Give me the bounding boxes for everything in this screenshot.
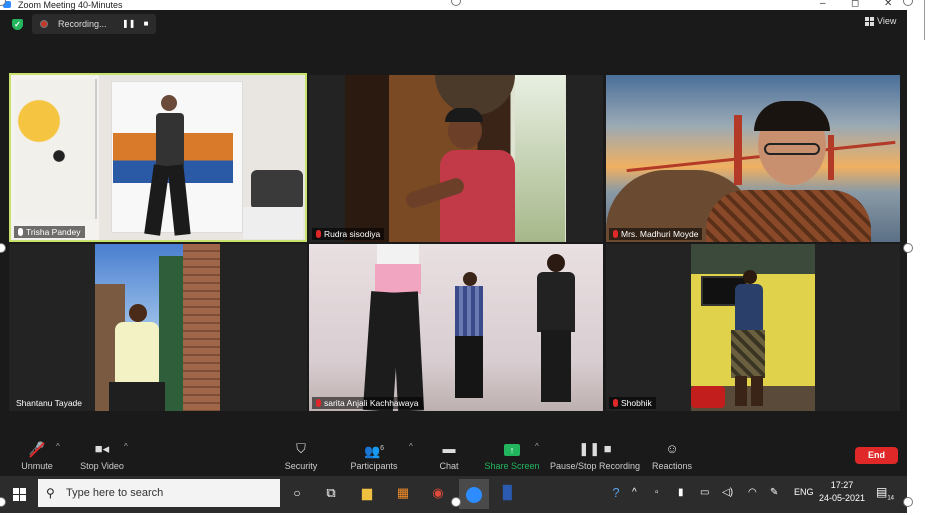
- mic-muted-icon: [613, 230, 618, 238]
- encryption-shield-icon[interactable]: ✓: [12, 19, 23, 30]
- pause-stop-recording-button[interactable]: ❚❚ ■ Pause/Stop Recording: [550, 438, 640, 476]
- close-button[interactable]: ✕: [884, 0, 892, 9]
- security-shield-icon: ⛉: [296, 441, 306, 456]
- taskbar-clock[interactable]: 17:27 24-05-2021: [817, 479, 867, 505]
- video-tile-trisha[interactable]: Trisha Pandey: [9, 73, 307, 242]
- word-icon[interactable]: ▉: [498, 483, 518, 503]
- wifi-icon[interactable]: ◠: [748, 476, 757, 509]
- mic-muted-icon: [316, 399, 321, 407]
- share-screen-icon: ↑: [484, 438, 540, 460]
- clock-time: 17:27: [830, 480, 854, 490]
- video-options-chevron-icon[interactable]: ^: [124, 442, 128, 451]
- grid-view-icon: [865, 17, 874, 27]
- chrome-icon[interactable]: ◉: [428, 483, 448, 503]
- minimize-button[interactable]: –: [820, 0, 826, 9]
- file-explorer-icon[interactable]: ▆: [357, 483, 377, 503]
- windows-start-icon[interactable]: [13, 488, 26, 501]
- video-tile-rudra[interactable]: Rudra sisodiya: [309, 75, 603, 242]
- participants-options-chevron-icon[interactable]: ^: [409, 442, 413, 451]
- participant-name-label: Shantanu Tayade: [16, 398, 83, 408]
- microphone-tray-icon[interactable]: ▮: [678, 476, 684, 509]
- end-meeting-button[interactable]: End: [855, 447, 898, 464]
- volume-icon[interactable]: ◁): [722, 476, 733, 509]
- app-orange-grid-icon[interactable]: ▦: [393, 483, 413, 503]
- view-button[interactable]: View: [865, 16, 897, 27]
- resize-handle[interactable]: [903, 243, 913, 253]
- video-tile-madhuri[interactable]: Mrs. Madhuri Moyde: [606, 75, 900, 242]
- windows-taskbar: ⚲ Type here to search ○ ⧉ ▆ ▦ ◉ ▉ ? ^ ▫ …: [0, 476, 907, 513]
- taskbar-search-box[interactable]: ⚲ Type here to search: [38, 479, 280, 507]
- participant-name-label: sarita Anjali Kachhawaya: [312, 397, 423, 409]
- tray-app-icon[interactable]: ▫: [655, 476, 659, 509]
- search-icon: ⚲: [46, 486, 55, 500]
- view-label: View: [877, 16, 897, 26]
- show-hidden-icons-chevron-icon[interactable]: ^: [632, 476, 637, 509]
- resize-handle[interactable]: [451, 497, 461, 507]
- maximize-button[interactable]: ◻: [851, 0, 859, 9]
- desktop-edge: [907, 0, 933, 513]
- video-tile-sarita[interactable]: sarita Anjali Kachhawaya: [309, 244, 603, 411]
- search-placeholder: Type here to search: [66, 487, 164, 499]
- video-feed: [11, 75, 305, 240]
- recording-dot-icon: [40, 20, 48, 28]
- reactions-smiley-icon: ☺: [665, 441, 679, 456]
- pause-stop-recording-icon: ❚❚ ■: [578, 441, 612, 456]
- chat-button[interactable]: ▬ Chat: [432, 438, 466, 476]
- video-tile-shobhik[interactable]: Shobhik: [606, 244, 900, 411]
- pen-icon[interactable]: ✎: [770, 476, 778, 509]
- share-options-chevron-icon[interactable]: ^: [535, 442, 539, 451]
- cortana-circle-icon[interactable]: ○: [287, 483, 307, 503]
- video-feed: [309, 244, 603, 411]
- task-view-icon[interactable]: ⧉: [321, 483, 341, 503]
- help-icon[interactable]: ?: [606, 483, 626, 503]
- recording-label: Recording...: [58, 19, 107, 29]
- participant-name-label: Shobhik: [609, 397, 656, 409]
- participants-icon: 👥6: [363, 443, 385, 459]
- mic-muted-icon: 🎤: [14, 438, 60, 460]
- recording-indicator: Recording... ❚❚ ■: [32, 14, 156, 34]
- resize-handle[interactable]: [903, 497, 913, 507]
- participant-name-label: Rudra sisodiya: [312, 228, 385, 240]
- participant-name-label: Trisha Pandey: [14, 226, 85, 238]
- zoom-app-icon[interactable]: [459, 479, 489, 509]
- window-title: Zoom Meeting 40-Minutes: [18, 0, 123, 10]
- video-feed: [691, 244, 815, 411]
- language-indicator[interactable]: ENG: [794, 476, 814, 509]
- meeting-controls: 🎤 Unmute ^ ■◂ Stop Video ^ ⛉ Security 👥6…: [0, 438, 907, 476]
- video-feed: [95, 244, 220, 411]
- stop-video-button[interactable]: ■◂ Stop Video: [76, 438, 128, 476]
- video-feed: [606, 75, 900, 242]
- video-tile-shantanu[interactable]: Shantanu Tayade: [9, 244, 307, 411]
- video-camera-icon: ■◂: [94, 441, 110, 456]
- participants-button[interactable]: 👥6 Participants: [348, 438, 400, 476]
- audio-options-chevron-icon[interactable]: ^: [56, 442, 60, 451]
- participant-name-label: Mrs. Madhuri Moyde: [609, 228, 703, 240]
- reactions-button[interactable]: ☺ Reactions: [650, 438, 694, 476]
- share-screen-button[interactable]: ↑ Share Screen: [484, 438, 540, 476]
- pause-recording-icon[interactable]: ❚❚: [122, 18, 135, 30]
- clock-date: 24-05-2021: [818, 493, 866, 503]
- battery-icon[interactable]: ▭: [700, 476, 709, 509]
- unmute-button[interactable]: 🎤 Unmute: [14, 438, 60, 476]
- video-feed: [345, 75, 566, 242]
- mic-muted-icon: [613, 399, 618, 407]
- mic-muted-icon: [316, 230, 321, 238]
- meeting-topbar: ✓ Recording... ❚❚ ■ View: [0, 10, 907, 38]
- chat-bubble-icon: ▬: [442, 441, 456, 456]
- notifications-icon[interactable]: ▤14: [876, 476, 894, 509]
- stop-recording-icon[interactable]: ■: [140, 18, 152, 30]
- security-button[interactable]: ⛉ Security: [280, 438, 322, 476]
- mic-icon: [18, 228, 23, 236]
- zoom-window: Zoom Meeting 40-Minutes – ◻ ✕ ✓ Recordin…: [0, 0, 907, 513]
